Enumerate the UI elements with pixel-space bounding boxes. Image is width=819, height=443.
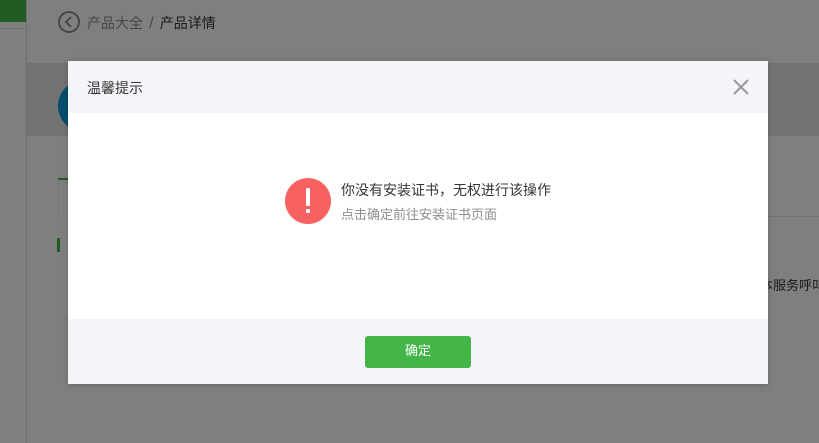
alert-dialog: 温馨提示 你没有安装证书，无权进行该操作 点击确定前往安装证书页面 确定 [68, 61, 768, 384]
dialog-body: 你没有安装证书，无权进行该操作 点击确定前往安装证书页面 [68, 113, 768, 319]
confirm-button[interactable]: 确定 [365, 336, 471, 368]
dialog-sub-message: 点击确定前往安装证书页面 [341, 208, 498, 223]
close-icon [733, 79, 749, 95]
dialog-footer: 确定 [68, 319, 768, 384]
dialog-title: 温馨提示 [87, 81, 143, 97]
exclamation-icon [285, 178, 331, 224]
dialog-message: 你没有安装证书，无权进行该操作 [341, 183, 551, 199]
page: 产品大全 / 产品详情 本服务呼叫 温馨提示 [0, 0, 819, 443]
close-button[interactable] [730, 76, 752, 98]
dialog-header: 温馨提示 [68, 61, 768, 113]
